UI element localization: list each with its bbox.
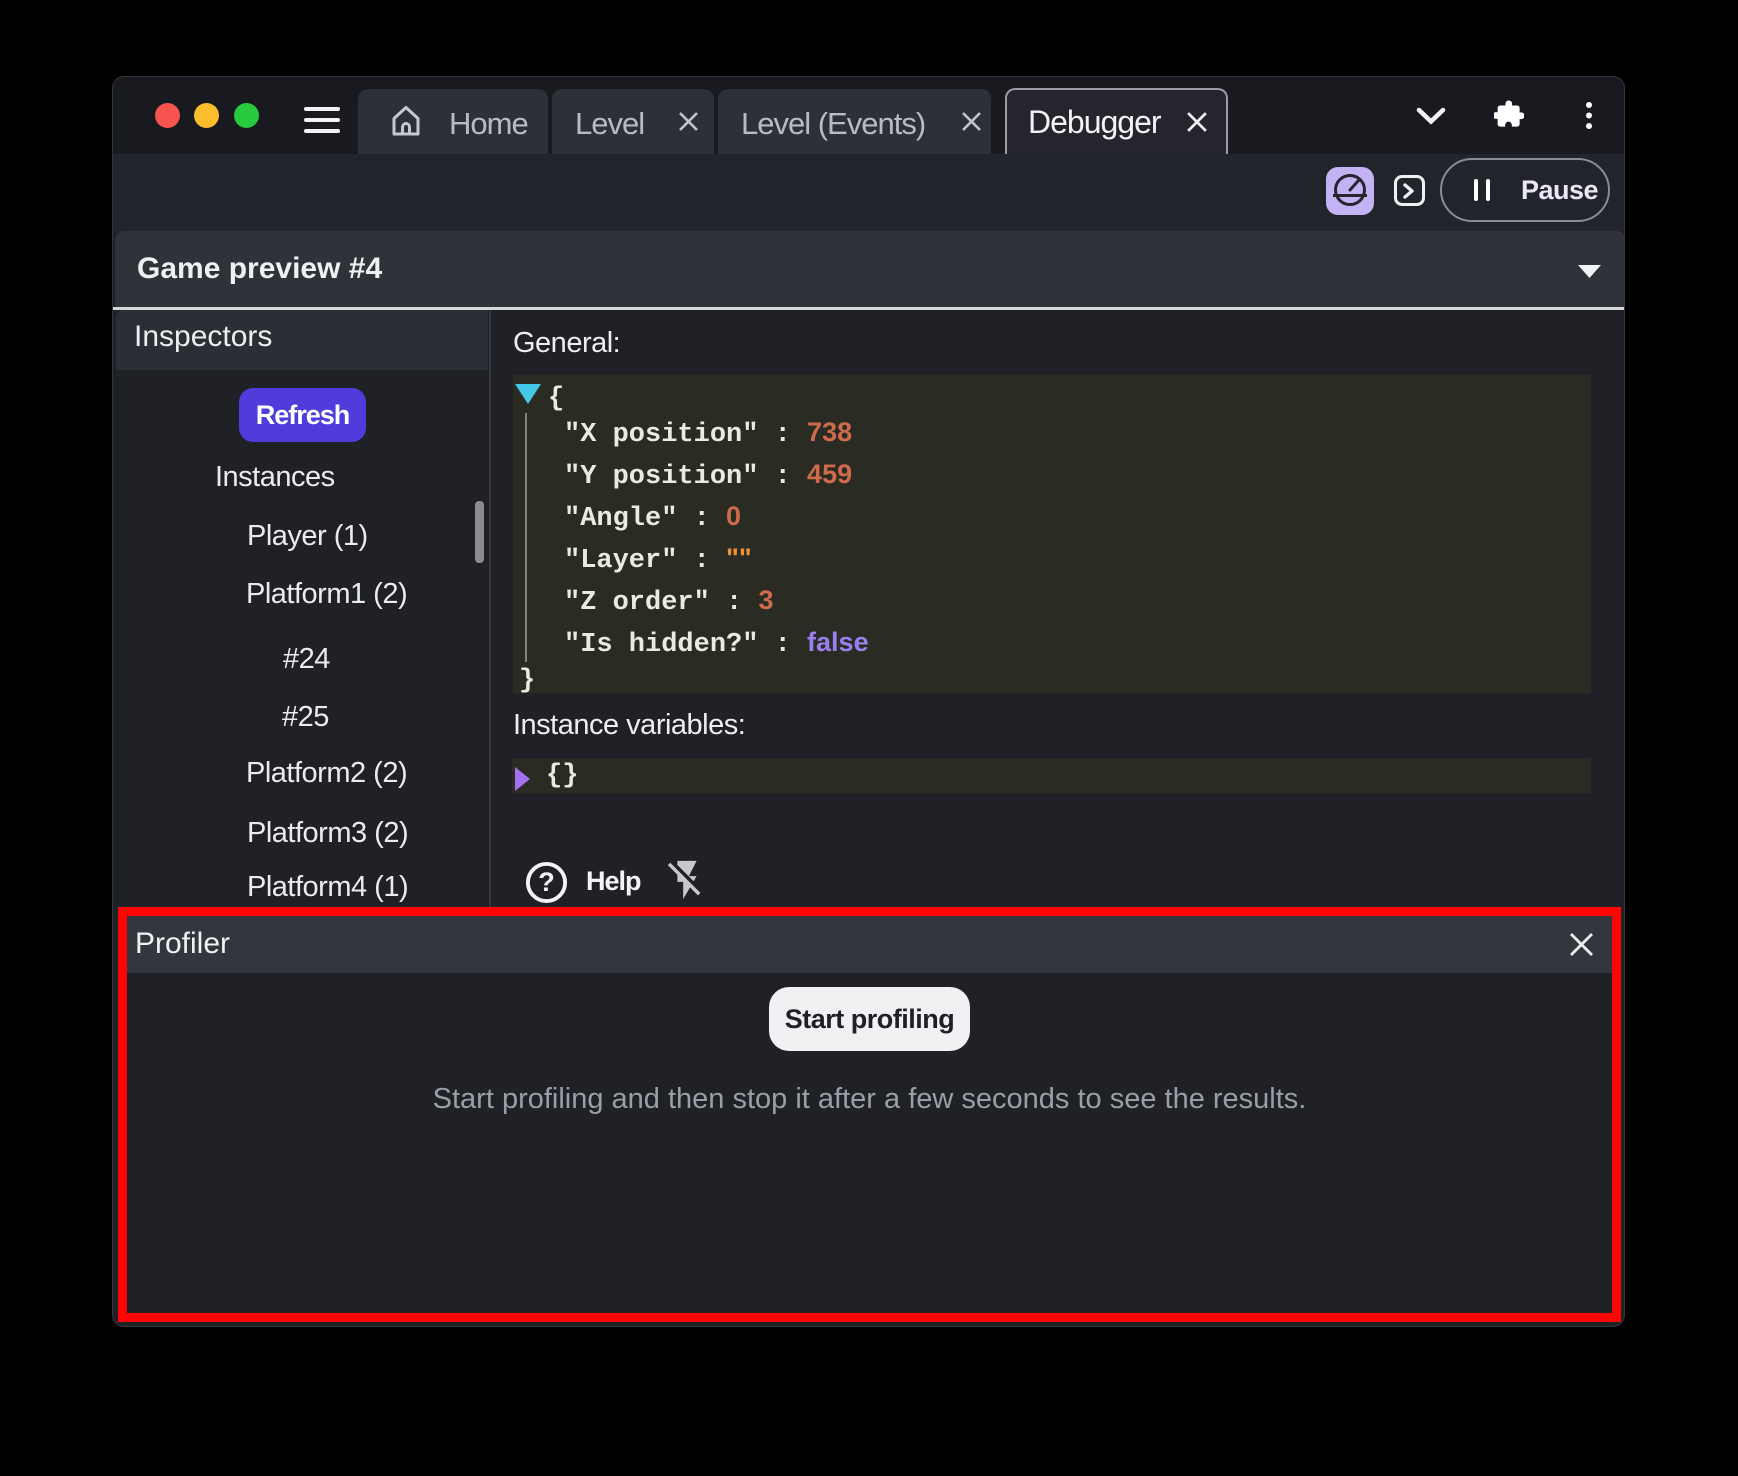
- svg-text:?: ?: [538, 867, 555, 897]
